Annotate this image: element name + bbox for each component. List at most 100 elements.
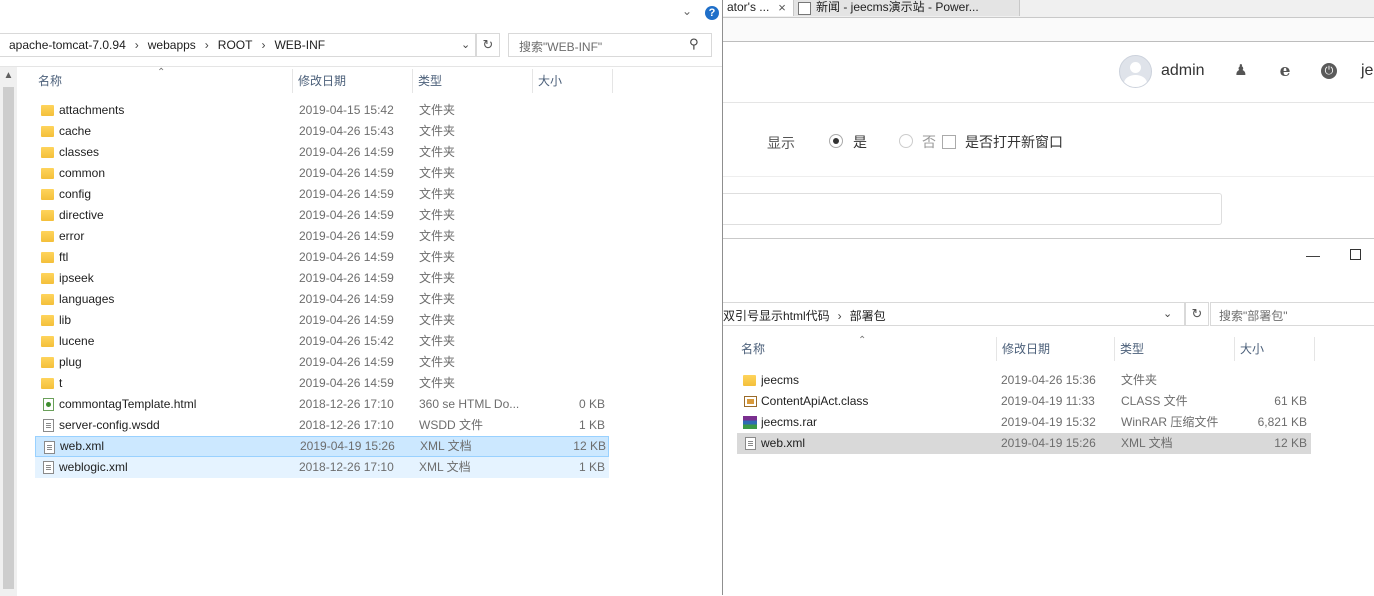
file-type: WSDD 文件 (419, 418, 483, 432)
file-type: 文件夹 (419, 271, 456, 285)
browser-tab-2[interactable]: 新闻 - jeecms演示站 - Power... (793, 0, 1020, 16)
breadcrumb-item[interactable]: 双引号显示html代码 (723, 309, 830, 323)
list-item[interactable]: lucene 2019-04-26 15:42 文件夹 (35, 331, 609, 352)
column-header-name[interactable]: 名称 ⌃ (736, 335, 997, 361)
list-item[interactable]: ipseek 2019-04-26 14:59 文件夹 (35, 268, 609, 289)
breadcrumb-item[interactable]: WEB-INF (274, 38, 325, 52)
breadcrumb-item[interactable]: webapps (148, 38, 196, 52)
list-item[interactable]: error 2019-04-26 14:59 文件夹 (35, 226, 609, 247)
list-item[interactable]: cache 2019-04-26 15:43 文件夹 (35, 121, 609, 142)
list-item[interactable]: attachments 2019-04-15 15:42 文件夹 (35, 100, 609, 121)
search-input[interactable]: 搜索"部署包" (1210, 302, 1374, 326)
column-header-size[interactable]: 大小 (533, 69, 613, 93)
column-header-date[interactable]: 修改日期 (997, 337, 1115, 361)
list-item[interactable]: plug 2019-04-26 14:59 文件夹 (35, 352, 609, 373)
expand-ribbon-chevron-icon[interactable]: ⌄ (682, 4, 696, 18)
file-type: 文件夹 (1121, 373, 1158, 387)
column-header-name-label: 名称 (741, 342, 766, 356)
file-type: 文件夹 (419, 355, 456, 369)
file-date: 2018-12-26 17:10 (299, 397, 394, 411)
folder-icon (41, 189, 54, 200)
radio-dot (833, 138, 839, 144)
file-name: jeecms (761, 373, 800, 387)
list-item[interactable]: config 2019-04-26 14:59 文件夹 (35, 184, 609, 205)
cms-header: admin ♟ e ⏻ je (723, 42, 1374, 103)
maximize-button[interactable] (1350, 249, 1361, 260)
username-label[interactable]: admin (1161, 62, 1205, 80)
folder-icon (41, 336, 54, 347)
search-icon[interactable]: ⚲ (689, 36, 703, 52)
list-item[interactable]: server-config.wsdd 2018-12-26 17:10 WSDD 文… (35, 415, 609, 436)
breadcrumb-separator-icon[interactable]: › (261, 38, 265, 52)
folder-icon (41, 315, 54, 326)
explorer2-address-bar[interactable]: 双引号显示html代码 › 部署包 ⌄ (723, 302, 1185, 326)
vertical-scrollbar[interactable]: ▲ (0, 67, 17, 596)
avatar[interactable] (1119, 55, 1152, 88)
close-tab-icon[interactable]: × (775, 0, 789, 16)
file-name: jeecms.rar (761, 415, 818, 429)
column-header-size[interactable]: 大小 (1235, 337, 1315, 361)
browser-toolbar (723, 18, 1374, 42)
search-input[interactable]: 搜索"WEB-INF" ⚲ (508, 33, 712, 57)
show-no-label[interactable]: 否 (922, 132, 936, 152)
ie-icon[interactable]: e (1276, 62, 1294, 80)
chevron-down-icon[interactable]: ⌄ (461, 38, 473, 51)
column-header-date[interactable]: 修改日期 (293, 69, 413, 93)
list-item[interactable]: languages 2019-04-26 14:59 文件夹 (35, 289, 609, 310)
breadcrumb-item[interactable]: apache-tomcat-7.0.94 (9, 38, 126, 52)
file-name: commontagTemplate.html (59, 397, 197, 411)
breadcrumb-separator-icon[interactable]: › (205, 38, 209, 52)
file-date: 2019-04-19 15:26 (1001, 436, 1096, 450)
file-size: 12 KB (573, 439, 606, 453)
text-input-field[interactable] (723, 193, 1222, 225)
show-yes-label[interactable]: 是 (853, 132, 867, 152)
file-name: cache (59, 124, 92, 138)
header-cut-text[interactable]: je (1361, 62, 1373, 80)
list-item[interactable]: t 2019-04-26 14:59 文件夹 (35, 373, 609, 394)
list-item[interactable]: commontagTemplate.html 2018-12-26 17:10 36… (35, 394, 609, 415)
list-item[interactable]: ContentApiAct.class 2019-04-19 11:33 CLA… (737, 391, 1311, 412)
list-item-selected[interactable]: web.xml 2019-04-19 15:26 XML 文档 12 KB (35, 436, 609, 457)
file-date: 2019-04-26 14:59 (299, 166, 394, 180)
breadcrumb-item[interactable]: ROOT (218, 38, 253, 52)
column-header-type[interactable]: 类型 (413, 69, 533, 93)
show-no-radio[interactable] (899, 134, 913, 148)
minimize-button[interactable]: — (1303, 247, 1323, 263)
html-file-icon (43, 398, 54, 411)
file-name: common (59, 166, 106, 180)
explorer1-address-bar[interactable]: apache-tomcat-7.0.94 › webapps › ROOT › WEB-IN… (0, 33, 476, 57)
list-item[interactable]: jeecms.rar 2019-04-19 15:32 WinRAR 压缩文件 … (737, 412, 1311, 433)
list-item[interactable]: classes 2019-04-26 14:59 文件夹 (35, 142, 609, 163)
refresh-button[interactable]: ↻ (476, 33, 500, 57)
file-name: classes (59, 145, 100, 159)
list-item[interactable]: lib 2019-04-26 14:59 文件夹 (35, 310, 609, 331)
list-item[interactable]: jeecms 2019-04-26 15:36 文件夹 (737, 370, 1311, 391)
list-item[interactable]: common 2019-04-26 14:59 文件夹 (35, 163, 609, 184)
chevron-down-icon[interactable]: ⌄ (1163, 307, 1175, 320)
refresh-button[interactable]: ↻ (1185, 302, 1209, 326)
breadcrumb-separator-icon[interactable]: › (135, 38, 139, 52)
column-header-type[interactable]: 类型 (1115, 337, 1235, 361)
scrollbar-thumb[interactable] (3, 87, 14, 589)
search-placeholder: 搜索"WEB-INF" (519, 40, 603, 54)
breadcrumb-separator-icon[interactable]: › (838, 309, 842, 323)
file-type: 文件夹 (419, 229, 456, 243)
list-item[interactable]: ftl 2019-04-26 14:59 文件夹 (35, 247, 609, 268)
list-item[interactable]: directive 2019-04-26 14:59 文件夹 (35, 205, 609, 226)
column-header-name[interactable]: 名称 ⌃ (33, 67, 293, 93)
list-item[interactable]: weblogic.xml 2018-12-26 17:10 XML 文档 1 KB (35, 457, 609, 478)
folder-icon (41, 105, 54, 116)
breadcrumb-item[interactable]: 部署包 (850, 309, 886, 323)
help-button[interactable]: ? (705, 6, 719, 20)
new-window-label[interactable]: 是否打开新窗口 (965, 132, 1063, 152)
new-window-checkbox[interactable] (942, 135, 956, 149)
file-type: 文件夹 (419, 376, 456, 390)
show-yes-radio[interactable] (829, 134, 843, 148)
user-icon[interactable]: ♟ (1232, 62, 1250, 80)
file-date: 2019-04-19 15:26 (300, 439, 395, 453)
scroll-up-arrow-icon[interactable]: ▲ (3, 70, 14, 81)
power-icon[interactable]: ⏻ (1321, 63, 1337, 79)
list-item-selected[interactable]: web.xml 2019-04-19 15:26 XML 文档 12 KB (737, 433, 1311, 454)
folder-icon (41, 147, 54, 158)
file-name: ftl (59, 250, 69, 264)
